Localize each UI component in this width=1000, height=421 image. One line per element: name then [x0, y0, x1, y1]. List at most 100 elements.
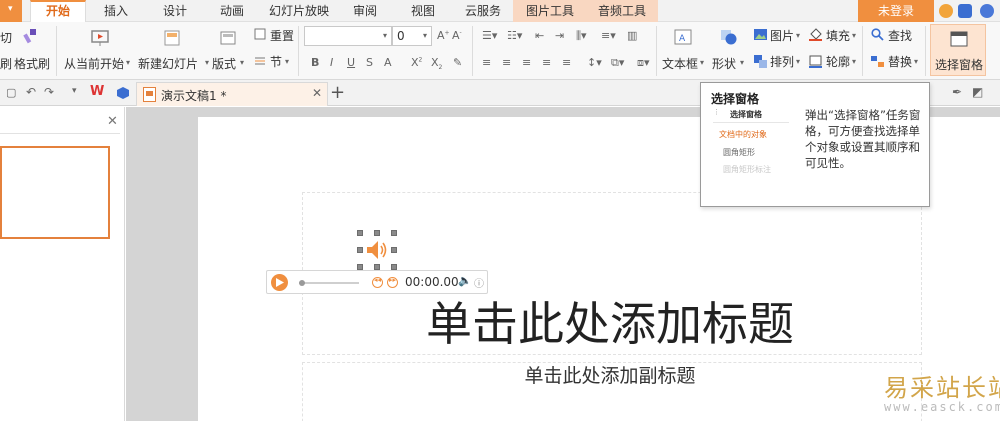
selection-pane-button[interactable]: 选择窗格: [930, 24, 986, 76]
tab-cloud[interactable]: 云服务: [458, 0, 508, 22]
decrease-indent-icon[interactable]: ⇤: [535, 29, 544, 42]
shape-button[interactable]: 形状: [712, 55, 736, 72]
font-name-combo[interactable]: ▾: [304, 26, 392, 46]
tab-design[interactable]: 设计: [155, 0, 195, 22]
strikethrough-icon[interactable]: S: [366, 56, 373, 69]
pin-icon[interactable]: ✒: [952, 85, 962, 99]
line-spacing-icon[interactable]: ↕▾: [587, 56, 602, 69]
redo-icon[interactable]: ↷: [44, 85, 54, 99]
play-icon: [276, 278, 284, 287]
align-right-icon[interactable]: ≡: [522, 56, 531, 69]
tab-review[interactable]: 审阅: [345, 0, 385, 22]
chevron-down-icon: ▾: [205, 58, 210, 67]
font-color-icon[interactable]: A: [384, 56, 392, 69]
shrink-font-icon[interactable]: A-: [452, 29, 462, 42]
wps-logo-icon[interactable]: W: [90, 84, 104, 99]
textbox-button[interactable]: 文本框: [662, 55, 698, 72]
section-button[interactable]: 节: [270, 53, 282, 70]
share-icon[interactable]: [958, 4, 972, 18]
layout-icon: [220, 31, 236, 45]
increase-indent-icon[interactable]: ⇥: [555, 29, 564, 42]
play-button[interactable]: [271, 274, 288, 291]
login-button[interactable]: 未登录: [858, 0, 934, 22]
watermark-url: www.easck.com: [884, 400, 1000, 414]
layout-button[interactable]: 版式: [212, 55, 236, 72]
picture-button[interactable]: 图片: [770, 27, 794, 44]
cut-label[interactable]: 切: [0, 29, 12, 46]
tab-slideshow[interactable]: 幻灯片放映: [266, 0, 332, 22]
align-center-icon[interactable]: ≡: [502, 56, 511, 69]
cloud-doc-icon[interactable]: [117, 87, 129, 99]
distribute-icon[interactable]: ≡: [562, 56, 571, 69]
progress-track[interactable]: [299, 282, 359, 284]
align-left-icon[interactable]: ≡: [482, 56, 491, 69]
font-size-combo[interactable]: 0 ▾: [392, 26, 432, 46]
smartart-icon[interactable]: ⧉▾: [611, 56, 624, 70]
progress-thumb[interactable]: [299, 280, 305, 286]
arrange-button[interactable]: 排列: [770, 53, 794, 70]
tab-insert[interactable]: 插入: [96, 0, 136, 22]
clear-format-icon[interactable]: ✎: [453, 56, 462, 69]
find-button[interactable]: 查找: [888, 27, 912, 44]
print-preview-icon[interactable]: ▢: [6, 86, 16, 99]
outline-icon: [809, 55, 822, 68]
superscript-icon[interactable]: X2: [411, 56, 422, 69]
columns-icon[interactable]: ▥: [627, 29, 637, 42]
resize-handle[interactable]: [357, 247, 363, 253]
rewind-icon: ◂◂: [374, 276, 382, 284]
resize-handle[interactable]: [391, 230, 397, 236]
close-tab-icon[interactable]: ✕: [312, 86, 322, 100]
italic-icon[interactable]: I: [330, 56, 333, 69]
chevron-down-icon: ▾: [914, 57, 919, 66]
forward-button[interactable]: ▸▸: [387, 276, 398, 288]
reset-button[interactable]: 重置: [270, 27, 294, 44]
resize-handle[interactable]: [357, 230, 363, 236]
align-text-icon[interactable]: ≡▾: [601, 29, 616, 42]
speaker-icon: [367, 241, 387, 259]
tooltip-description: 弹出“选择窗格”任务窗格，可方便查找选择单个对象或设置其顺序和可见性。: [805, 108, 921, 170]
new-tab-icon[interactable]: +: [330, 82, 345, 103]
tab-picture-tools[interactable]: 图片工具: [520, 0, 580, 22]
replace-button[interactable]: 替换: [888, 53, 912, 70]
close-pane-icon[interactable]: ✕: [107, 114, 118, 129]
slide-subtitle[interactable]: 单击此处添加副标题: [470, 361, 750, 388]
document-tab[interactable]: 演示文稿1 * ✕: [136, 82, 328, 106]
tab-view[interactable]: 视图: [403, 0, 443, 22]
toolbar-tool-icon[interactable]: ◩: [972, 85, 983, 99]
rewind-button[interactable]: ◂◂: [372, 276, 383, 288]
slide-thumbnail-1[interactable]: [0, 146, 110, 239]
help-icon[interactable]: [980, 4, 994, 18]
format-painter-button[interactable]: 格式刷: [14, 55, 50, 72]
slide-title[interactable]: 单击此处添加标题: [380, 288, 840, 354]
paragraph-settings-icon[interactable]: ⧈▾: [637, 56, 650, 70]
app-menu-button[interactable]: ▾: [0, 0, 22, 22]
fill-button[interactable]: 填充: [826, 27, 850, 44]
volume-icon[interactable]: 🔈: [458, 274, 472, 287]
bullets-icon[interactable]: ☰▾: [482, 29, 497, 42]
tab-audio-tools[interactable]: 音频工具: [592, 0, 652, 22]
from-current-button[interactable]: 从当前开始: [64, 55, 124, 72]
chevron-down-icon: ▾: [383, 31, 388, 40]
customize-toolbar-icon[interactable]: ▾: [72, 86, 77, 96]
new-slide-button[interactable]: 新建幻灯片: [138, 55, 198, 72]
subscript-icon[interactable]: X2: [431, 56, 442, 71]
info-icon[interactable]: ⓘ: [474, 275, 484, 290]
bold-icon[interactable]: B: [311, 56, 319, 69]
text-direction-icon[interactable]: ⫼▾: [576, 29, 587, 43]
undo-icon[interactable]: ↶: [26, 85, 36, 99]
resize-handle[interactable]: [374, 230, 380, 236]
skin-icon[interactable]: [939, 4, 953, 18]
grow-font-icon[interactable]: A+: [437, 29, 450, 42]
search-icon: [871, 28, 884, 41]
audio-object[interactable]: [357, 230, 397, 270]
paste-label[interactable]: 刷: [0, 55, 12, 72]
chevron-down-icon: ▾: [240, 58, 245, 67]
outline-button[interactable]: 轮廓: [826, 53, 850, 70]
tab-home[interactable]: 开始: [30, 0, 86, 22]
tab-animation[interactable]: 动画: [212, 0, 252, 22]
underline-icon[interactable]: U: [347, 56, 355, 69]
justify-icon[interactable]: ≡: [542, 56, 551, 69]
numbering-icon[interactable]: ☷▾: [507, 29, 522, 42]
ribbon: 切 刷 格式刷 从当前开始 ▾ 新建幻灯片 ▾ 版式 ▾ 重置 节 ▾ ▾ 0 …: [0, 22, 1000, 80]
resize-handle[interactable]: [391, 247, 397, 253]
